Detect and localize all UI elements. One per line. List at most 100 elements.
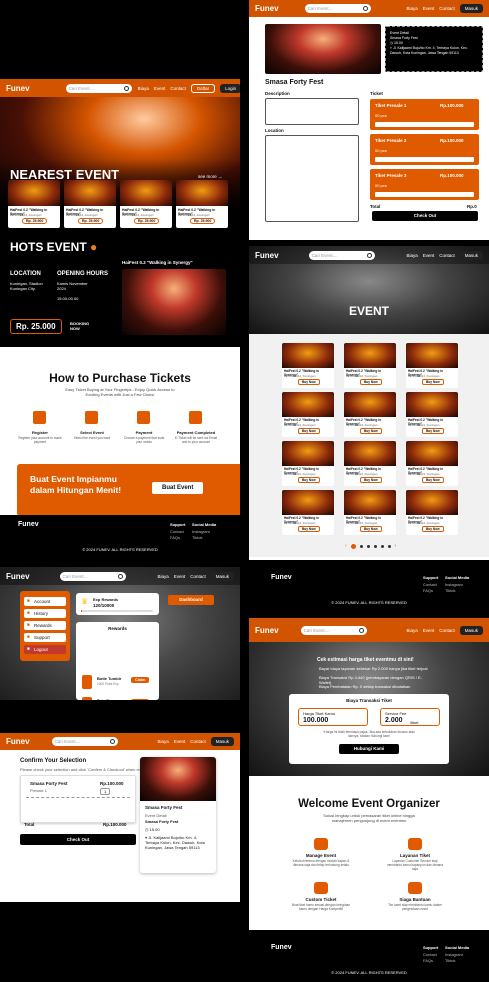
footer-tiktok[interactable]: Tiktok xyxy=(445,588,456,593)
page-dot-3[interactable] xyxy=(366,544,370,548)
search-input[interactable]: Cari Event.... xyxy=(51,737,118,746)
footer-contact[interactable]: Contact xyxy=(170,529,184,534)
masuk-button[interactable]: Masuk xyxy=(459,4,483,13)
search-input[interactable]: Cari Event.... xyxy=(59,571,126,581)
nearest-card[interactable]: HaiFest 0.2 "Walking in Synergy" 28 Nov 2… xyxy=(120,206,172,228)
ticket-option[interactable]: Tiket Presale 2 Rp.100.000 00 pcs xyxy=(370,134,479,165)
nav-biaya[interactable]: Biaya xyxy=(157,574,168,579)
nav-contact[interactable]: Contact xyxy=(190,574,206,579)
footer-tiktok[interactable]: Tiktok xyxy=(192,535,203,540)
page-dot-5[interactable] xyxy=(380,544,384,548)
search-icon[interactable] xyxy=(117,573,123,579)
nearest-card[interactable]: HaiFest 0.2 "Walking in Synergy" 28 Nov 2… xyxy=(8,206,60,228)
checkout-button[interactable]: Check Out xyxy=(372,211,478,221)
ticket-qty-bar[interactable] xyxy=(375,122,474,127)
search-icon[interactable] xyxy=(362,6,368,11)
buy-now-button[interactable]: Buy Now xyxy=(298,477,320,483)
nav-event[interactable]: Event xyxy=(423,628,435,633)
search-input[interactable]: Cari Event.... xyxy=(65,83,132,93)
nearest-card-price[interactable]: Rp. 25.000 xyxy=(190,218,216,224)
event-card[interactable]: HaiFest 0.2 "Walking in Synergy" 28 Nov 2… xyxy=(406,466,458,486)
nav-event[interactable]: Event xyxy=(423,253,435,258)
buy-now-button[interactable]: Buy Now xyxy=(298,526,320,532)
buy-now-button[interactable]: Buy Now xyxy=(360,428,382,434)
buy-now-button[interactable]: Buy Now xyxy=(422,477,444,483)
nav-contact[interactable]: Contact xyxy=(439,628,455,633)
daftar-button[interactable]: Daftar xyxy=(190,83,216,93)
event-card[interactable]: HaiFest 0.2 "Walking in Synergy" 28 Nov 2… xyxy=(406,417,458,437)
event-card[interactable]: HaiFest 0.2 "Walking in Synergy" 28 Nov 2… xyxy=(282,515,334,535)
masuk-button[interactable]: Masuk xyxy=(459,625,483,635)
nearest-card-price[interactable]: Rp. 25.000 xyxy=(22,218,48,224)
buy-now-button[interactable]: Buy Now xyxy=(298,428,320,434)
footer-instagram[interactable]: Instagram xyxy=(445,582,463,587)
ticket-qty-bar[interactable] xyxy=(375,157,474,162)
nav-biaya[interactable]: Biaya xyxy=(406,6,417,11)
search-input[interactable]: Cari Event.... xyxy=(300,625,367,635)
nearest-card[interactable]: HaiFest 0.2 "Walking in Synergy" 28 Nov 2… xyxy=(64,206,116,228)
footer-instagram[interactable]: Instagram xyxy=(445,952,463,957)
booking-now-link[interactable]: BOOKING NOW xyxy=(70,321,92,331)
nav-contact[interactable]: Contact xyxy=(439,6,455,11)
nav-contact[interactable]: Contact xyxy=(439,253,455,258)
footer-faqs[interactable]: FAQs xyxy=(170,535,180,540)
checkout-button[interactable]: Check Out xyxy=(20,834,136,845)
event-card[interactable]: HaiFest 0.2 "Walking in Synergy" 28 Nov 2… xyxy=(282,466,334,486)
event-card[interactable]: HaiFest 0.2 "Walking in Synergy" 28 Nov 2… xyxy=(344,466,396,486)
nav-biaya[interactable]: Biaya xyxy=(406,253,417,258)
next-page-icon[interactable]: › xyxy=(395,543,397,549)
contact-us-button[interactable]: Hubungi Kami xyxy=(339,744,399,754)
nav-biaya[interactable]: Biaya xyxy=(157,739,168,744)
footer-contact[interactable]: Contact xyxy=(423,952,437,957)
ticket-price-input[interactable]: Harga Tiket Kamu 100.000 xyxy=(298,708,368,726)
page-dot-6[interactable] xyxy=(387,544,391,548)
logo[interactable]: Funev xyxy=(6,572,30,581)
logo[interactable]: Funev xyxy=(255,251,279,260)
ticket-qty-bar[interactable] xyxy=(375,192,474,197)
buy-now-button[interactable]: Buy Now xyxy=(422,379,444,385)
search-input[interactable]: Cari Event.... xyxy=(304,4,371,13)
buy-now-button[interactable]: Buy Now xyxy=(360,526,382,532)
buy-now-button[interactable]: Buy Now xyxy=(298,379,320,385)
nav-event[interactable]: Event xyxy=(174,739,186,744)
masuk-button[interactable]: Masuk xyxy=(459,250,483,260)
buy-now-button[interactable]: Buy Now xyxy=(360,379,382,385)
nav-contact[interactable]: Contact xyxy=(170,86,186,91)
nearest-card-price[interactable]: Rp. 25.000 xyxy=(134,218,160,224)
event-card[interactable]: HaiFest 0.2 "Walking in Synergy" 28 Nov 2… xyxy=(344,515,396,535)
search-icon[interactable] xyxy=(358,627,364,633)
footer-faqs[interactable]: FAQs xyxy=(423,958,433,963)
event-card[interactable]: HaiFest 0.2 "Walking in Synergy" 28 Nov 2… xyxy=(406,368,458,388)
buy-now-button[interactable]: Buy Now xyxy=(360,477,382,483)
nearest-card-price[interactable]: Rp. 25.000 xyxy=(78,218,104,224)
event-card[interactable]: HaiFest 0.2 "Walking in Synergy" 28 Nov 2… xyxy=(344,368,396,388)
nav-event[interactable]: Event xyxy=(423,6,435,11)
search-icon[interactable] xyxy=(123,85,129,91)
sidebar-item-rewards[interactable]: ■ Rewards xyxy=(24,621,66,630)
prev-page-icon[interactable]: ‹ xyxy=(345,543,347,549)
masuk-button[interactable]: Masuk xyxy=(210,571,234,581)
qty-stepper[interactable]: 1 xyxy=(100,788,111,795)
page-dot-4[interactable] xyxy=(373,544,377,548)
dashboard-button[interactable]: Dashboard xyxy=(168,595,214,605)
event-card[interactable]: HaiFest 0.2 "Walking in Synergy" 28 Nov 2… xyxy=(406,515,458,535)
sidebar-item-support[interactable]: ■ Support xyxy=(24,633,66,642)
footer-contact[interactable]: Contact xyxy=(423,582,437,587)
logo[interactable]: Funev xyxy=(6,84,30,93)
nearest-card[interactable]: HaiFest 0.2 "Walking in Synergy" 28 Nov 2… xyxy=(176,206,228,228)
page-dot-2[interactable] xyxy=(359,544,363,548)
claim-button[interactable]: Claim xyxy=(131,677,150,683)
sidebar-item-logout[interactable]: ■ Logout xyxy=(24,645,66,654)
sidebar-item-history[interactable]: ■ History xyxy=(24,609,66,618)
buy-now-button[interactable]: Buy Now xyxy=(422,428,444,434)
footer-instagram[interactable]: Instagram xyxy=(192,529,210,534)
nav-biaya[interactable]: Biaya xyxy=(406,628,417,633)
logo[interactable]: Funev xyxy=(255,626,279,635)
search-icon[interactable] xyxy=(366,252,372,258)
see-more-link[interactable]: see more → xyxy=(198,174,223,179)
login-button[interactable]: Login xyxy=(220,83,240,93)
event-card[interactable]: HaiFest 0.2 "Walking in Synergy" 28 Nov 2… xyxy=(344,417,396,437)
cta-button[interactable]: Buat Event xyxy=(152,482,204,494)
claim-button[interactable]: Claim xyxy=(131,699,150,700)
ticket-option[interactable]: Tiket Presale 3 Rp.100.000 00 pcs xyxy=(370,169,479,200)
